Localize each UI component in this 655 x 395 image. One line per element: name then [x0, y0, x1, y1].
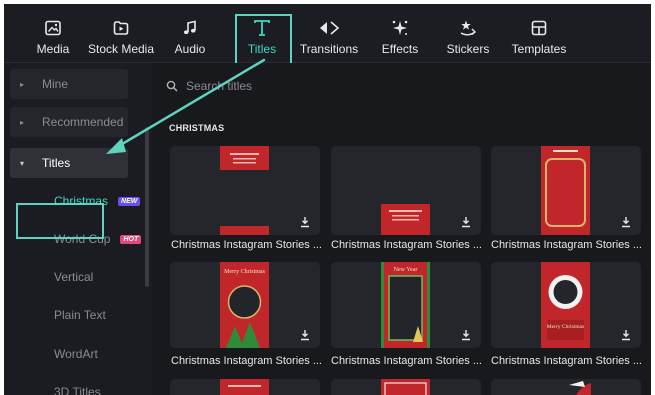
tab-effects-label: Effects	[381, 42, 419, 56]
search-bar[interactable]: Search titles	[166, 73, 651, 99]
title-thumbnail[interactable]	[331, 379, 481, 395]
tab-templates-label: Templates	[511, 42, 567, 56]
tab-stickers-label: Stickers	[446, 42, 490, 56]
caret-right-icon: ▸	[20, 79, 25, 89]
title-thumbnail[interactable]	[491, 146, 641, 235]
tab-transitions-label: Transitions	[299, 42, 359, 56]
sidebar-item-label: 3D Titles	[54, 385, 101, 395]
title-thumbnail[interactable]	[170, 146, 320, 235]
sidebar-section-recommended[interactable]: ▸ Recommended	[10, 107, 128, 137]
tab-media[interactable]: Media	[36, 4, 70, 62]
effects-sparkle-icon	[390, 18, 410, 38]
title-thumbnail[interactable]	[170, 379, 320, 395]
sidebar-item-wordart[interactable]: WordArt	[54, 347, 98, 361]
section-heading: CHRISTMAS	[169, 123, 225, 133]
hot-badge: HOT	[120, 234, 142, 244]
media-icon	[44, 18, 62, 38]
sidebar-section-label: Mine	[42, 77, 69, 91]
tab-stock-media[interactable]: Stock Media	[88, 4, 154, 62]
title-caption: Christmas Instagram Stories ...	[491, 355, 642, 367]
title-caption: Christmas Instagram Stories ...	[171, 239, 322, 251]
music-note-icon	[181, 18, 199, 38]
tab-media-label: Media	[36, 42, 70, 56]
title-thumbnail[interactable]	[331, 146, 481, 235]
download-icon[interactable]	[298, 328, 312, 342]
title-thumbnail[interactable]	[491, 379, 641, 395]
templates-icon	[530, 18, 548, 38]
top-toolbar: Media Stock Media Audio Titles Transitio…	[4, 4, 651, 66]
sidebar-item-label: Vertical	[54, 270, 94, 284]
download-icon[interactable]	[619, 215, 633, 229]
caret-right-icon: ▸	[20, 117, 25, 127]
search-input[interactable]: Search titles	[186, 79, 252, 93]
download-icon[interactable]	[459, 215, 473, 229]
titles-content-area: Search titles CHRISTMAS Christmas Instag…	[154, 63, 651, 395]
sidebar-item-plain-text[interactable]: Plain Text	[54, 308, 106, 322]
stickers-icon	[458, 18, 478, 38]
tab-transitions[interactable]: Transitions	[300, 4, 358, 62]
sidebar-item-label: WordArt	[54, 347, 98, 361]
sidebar-item-3d-titles[interactable]: 3D Titles	[54, 385, 101, 395]
download-icon[interactable]	[619, 328, 633, 342]
title-caption: Christmas Instagram Stories ...	[491, 239, 642, 251]
thumbnail-label: Merry Christmas	[547, 324, 584, 330]
tab-audio[interactable]: Audio	[172, 4, 208, 62]
title-caption: Christmas Instagram Stories ...	[331, 355, 482, 367]
tab-audio-label: Audio	[174, 42, 206, 56]
category-sidebar: ▸ Mine ▸ Recommended ▾ Titles Christmas …	[4, 63, 152, 395]
tab-effects[interactable]: Effects	[380, 4, 420, 62]
download-icon[interactable]	[298, 215, 312, 229]
sidebar-section-mine[interactable]: ▸ Mine	[10, 69, 128, 99]
title-thumbnail[interactable]: Merry Christmas	[491, 262, 641, 348]
sidebar-scrollbar[interactable]	[145, 127, 149, 287]
stock-media-icon	[112, 18, 130, 38]
tab-templates[interactable]: Templates	[510, 4, 568, 62]
transitions-icon	[318, 18, 340, 38]
title-thumbnail[interactable]: New Year	[331, 262, 481, 348]
caret-down-icon: ▾	[20, 158, 25, 168]
titles-tab-highlight-box	[235, 14, 292, 66]
titles-section-highlight-box	[16, 203, 104, 239]
title-library-panel: Media Stock Media Audio Titles Transitio…	[4, 4, 651, 395]
title-caption: Christmas Instagram Stories ...	[331, 239, 482, 251]
thumbnail-art	[220, 379, 269, 395]
search-icon	[166, 80, 178, 92]
title-caption: Christmas Instagram Stories ...	[171, 355, 322, 367]
sidebar-section-titles[interactable]: ▾ Titles	[10, 148, 128, 178]
sidebar-section-label: Recommended	[42, 115, 124, 129]
sidebar-item-label: Plain Text	[54, 308, 106, 322]
sidebar-item-vertical[interactable]: Vertical	[54, 270, 93, 284]
title-thumbnail[interactable]: Merry Christmas	[170, 262, 320, 348]
tab-stock-media-label: Stock Media	[87, 42, 155, 56]
thumbnail-label: Merry Christmas	[224, 269, 265, 275]
download-icon[interactable]	[459, 328, 473, 342]
thumbnail-label: New Year	[394, 267, 418, 273]
new-badge: NEW	[118, 196, 141, 206]
thumbnail-art	[569, 381, 591, 395]
sidebar-section-label: Titles	[42, 156, 71, 170]
tab-stickers[interactable]: Stickers	[446, 4, 490, 62]
thumbnail-art	[381, 379, 430, 395]
